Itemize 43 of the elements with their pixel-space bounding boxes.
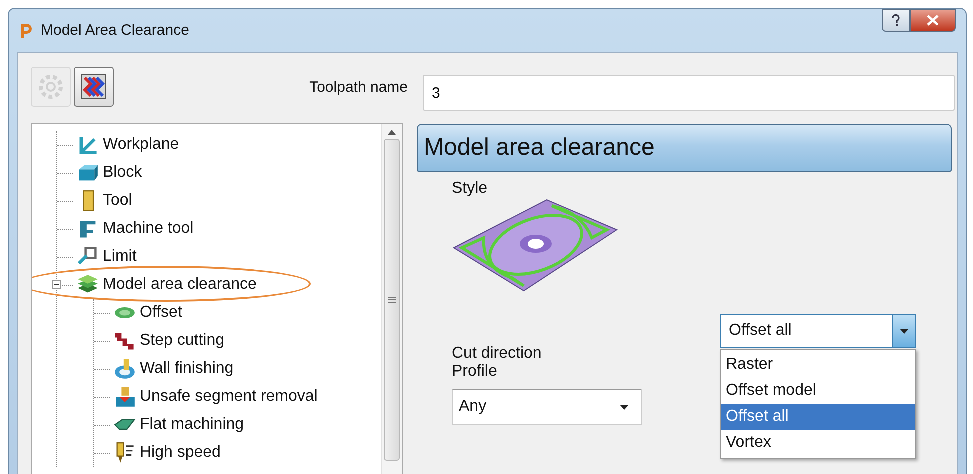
close-button[interactable] [910,9,956,32]
tree-item[interactable]: Flat machining [140,416,244,434]
collapse-toggle[interactable] [52,280,61,289]
help-button[interactable] [882,9,910,32]
section-header: Model area clearance [417,124,952,172]
app-logo-icon [19,22,33,38]
caret-icon [620,404,629,410]
tree-item[interactable]: Wall finishing [140,360,234,378]
cut-direction-label: Cut direction [452,345,543,363]
dropdown-option[interactable]: Offset all [721,404,915,430]
dropdown-option[interactable]: Vortex [721,430,915,456]
scroll-up-icon [388,130,396,135]
scroll-thumb[interactable] [384,139,400,461]
tool-bit-icon [114,442,136,464]
profile-label: Profile [452,363,498,381]
tree-item[interactable]: Step cutting [140,332,224,350]
tree-item[interactable]: Limit [103,248,137,266]
profile-dropdown[interactable]: Any [452,389,642,425]
gear-icon [37,73,65,101]
tree-item[interactable]: Tool [103,192,132,210]
caret-icon [900,328,908,334]
tree-item[interactable]: Model area clearance [103,276,257,294]
dropdown-option[interactable]: Offset model [721,378,915,404]
tree-item[interactable]: Machine tool [103,220,194,238]
tree-item[interactable]: Block [103,164,142,182]
tree-item[interactable]: High speed [140,444,221,462]
cutter-icon [114,386,136,408]
style-label: Style [452,180,489,198]
close-icon [927,15,939,26]
toolbar-button[interactable] [74,67,114,107]
window-title: Model Area Clearance [41,22,190,39]
wall-icon [114,358,136,380]
tree-item[interactable]: Workplane [103,136,180,154]
pattern-icon [80,73,108,101]
grip-icon [388,297,396,303]
tree-item[interactable]: Unsafe segment removal [140,388,318,406]
toolpath-name-label: Toolpath name [310,78,408,96]
help-icon [891,14,901,27]
style-dropdown[interactable]: Offset all [720,314,916,348]
toolpath-name-field[interactable]: 3 [423,75,955,111]
scroll-bar[interactable] [381,124,402,474]
dropdown-option[interactable]: Raster [721,352,915,378]
tree-item[interactable]: Offset [140,304,182,322]
